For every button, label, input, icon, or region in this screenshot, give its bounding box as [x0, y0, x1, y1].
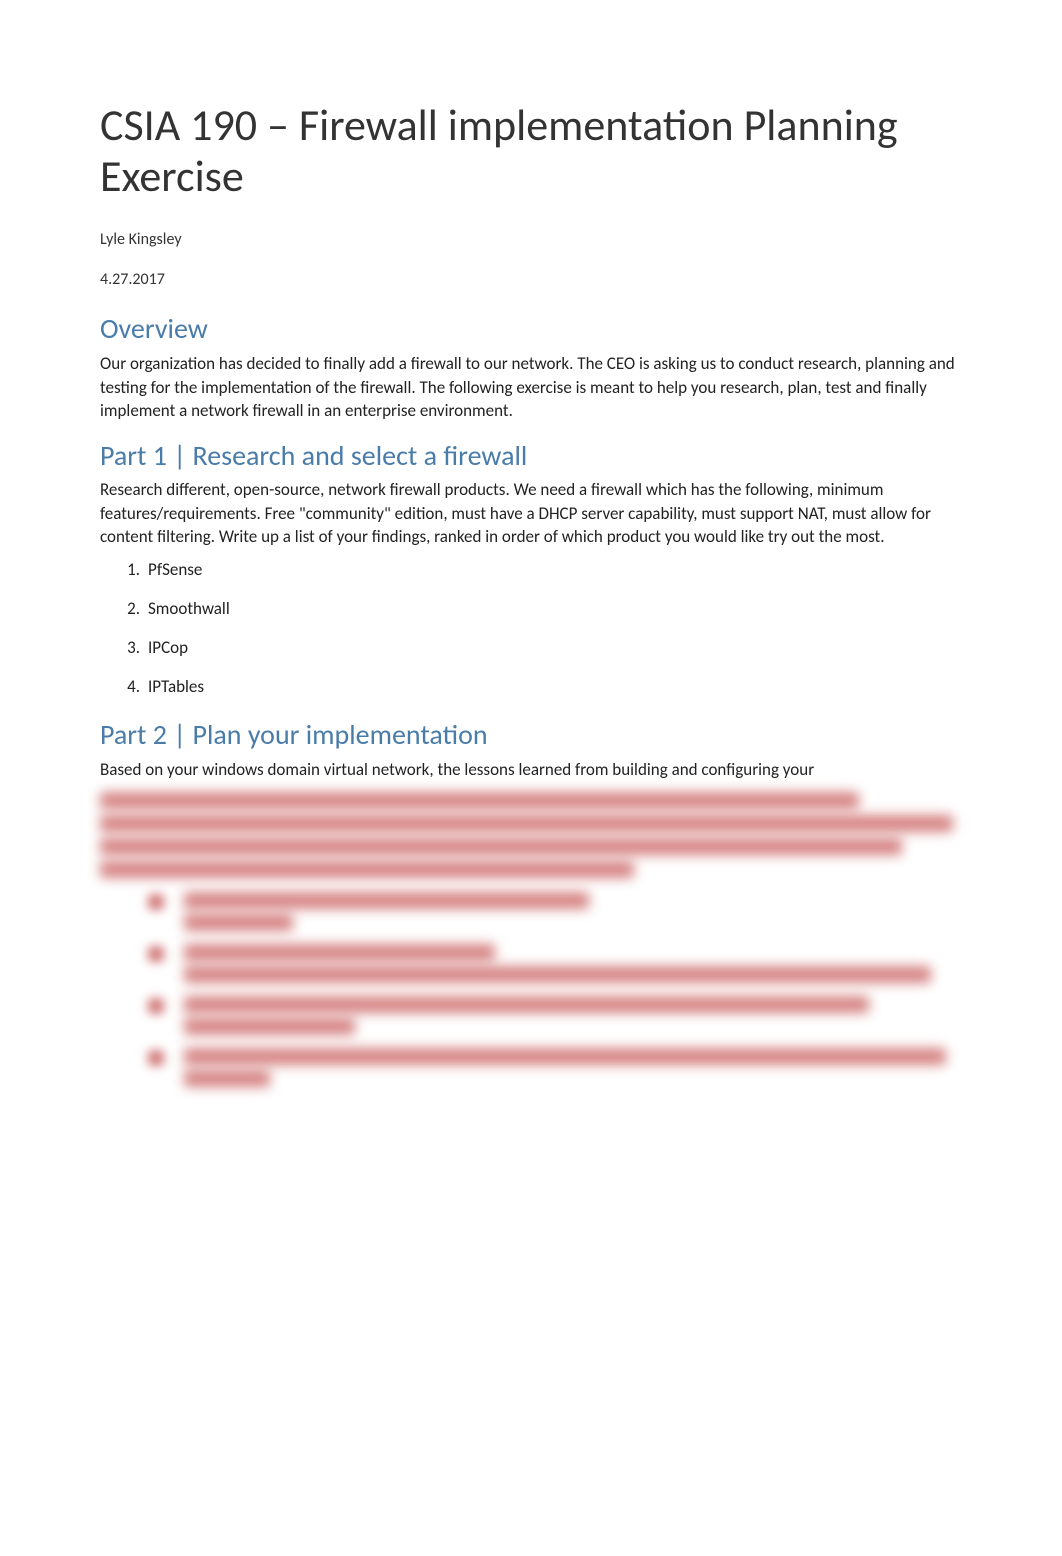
part1-heading: Part 1 | Research and select a firewall [100, 437, 962, 475]
blurred-line [100, 792, 859, 809]
blurred-line [184, 1070, 270, 1087]
list-item: IPCop [148, 637, 962, 660]
document-page: CSIA 190 – Firewall implementation Plann… [0, 0, 1062, 1556]
list-item: Smoothwall [148, 598, 962, 621]
list-item: PfSense [148, 559, 962, 582]
blurred-bullet-icon [148, 998, 164, 1014]
author-name: Lyle Kingsley [100, 229, 962, 251]
blurred-line [184, 1018, 355, 1035]
blurred-list-item [148, 1048, 962, 1092]
blurred-line [184, 1048, 946, 1065]
overview-body: Our organization has decided to finally … [100, 352, 962, 422]
blurred-line [100, 838, 902, 855]
blurred-list-item [148, 892, 962, 936]
blurred-line [184, 996, 869, 1013]
blurred-bullet-icon [148, 1050, 164, 1066]
blurred-bullet-icon [148, 946, 164, 962]
blurred-list-item [148, 996, 962, 1040]
blurred-bullet-icon [148, 894, 164, 910]
blurred-line [184, 914, 293, 931]
overview-heading: Overview [100, 310, 962, 348]
document-title: CSIA 190 – Firewall implementation Plann… [100, 100, 962, 201]
firewall-ranked-list: PfSense Smoothwall IPCop IPTables [100, 559, 962, 699]
blurred-line [100, 861, 634, 878]
part2-visible-body: Based on your windows domain virtual net… [100, 758, 962, 781]
document-date: 4.27.2017 [100, 269, 962, 291]
blurred-line [184, 966, 931, 983]
part1-body: Research different, open-source, network… [100, 478, 962, 548]
blurred-line [100, 815, 953, 832]
part2-heading: Part 2 | Plan your implementation [100, 716, 962, 754]
blurred-list-item [148, 944, 962, 988]
blurred-line [184, 892, 589, 909]
blurred-line [184, 944, 495, 961]
blurred-content-region [100, 792, 962, 1092]
list-item: IPTables [148, 676, 962, 699]
